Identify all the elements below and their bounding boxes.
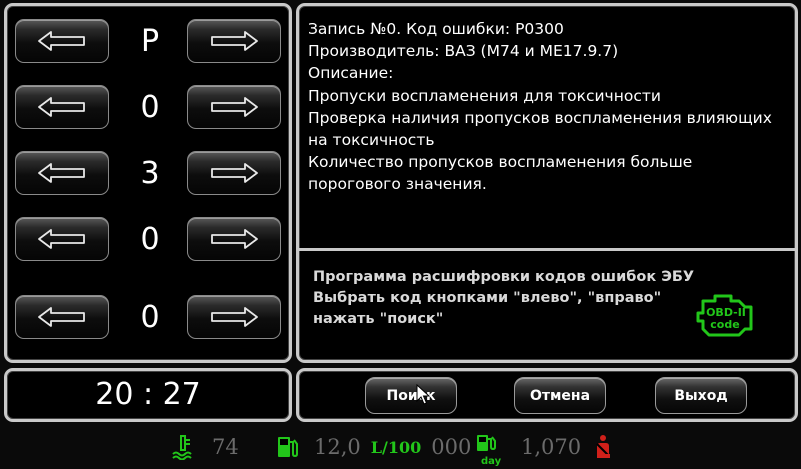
code-selector-panel: P 0 3 0 0 xyxy=(4,3,292,363)
coolant-temp-indicator: 74 xyxy=(172,433,239,461)
fuel-pump-icon xyxy=(278,437,298,458)
digit-5-left-button[interactable] xyxy=(15,295,109,339)
digit-2-left-button[interactable] xyxy=(15,85,109,129)
digit-4-right-button[interactable] xyxy=(187,217,281,261)
help-line: нажать "поиск" xyxy=(313,311,444,327)
code-digit-3: 3 xyxy=(140,156,160,191)
code-digit-4: 0 xyxy=(140,222,160,257)
help-line: Выбрать код кнопками "влево", "вправо" xyxy=(313,290,662,306)
clock-display: 20 : 27 xyxy=(95,377,201,412)
status-bar: 74 12,0 L/100 000 day 1,070 xyxy=(0,425,801,469)
code-row: 0 xyxy=(7,80,289,136)
cancel-button[interactable]: Отмена xyxy=(514,377,606,414)
day-fuel-value: 1,070 xyxy=(521,435,582,459)
description-line: Пропуски воспламенения для токсичности xyxy=(308,86,661,105)
panel-divider xyxy=(299,248,795,251)
help-text: Программа расшифровки кодов ошибок ЭБУ В… xyxy=(313,267,733,330)
svg-text:code: code xyxy=(710,318,739,331)
description-line: Проверка наличия пропусков воспламенения… xyxy=(308,108,772,150)
day-fuel-icon: day xyxy=(477,435,502,467)
coolant-temp-icon xyxy=(172,435,192,460)
record-header: Запись №0. Код ошибки: P0300 xyxy=(308,20,564,38)
digit-3-left-button[interactable] xyxy=(15,151,109,195)
digit-1-left-button[interactable] xyxy=(15,19,109,63)
left-arrow-icon xyxy=(38,229,85,249)
fuel-consumption-indicator: 12,0 L/100 000 xyxy=(276,433,471,461)
code-digit-2: 0 xyxy=(140,90,160,125)
seatbelt-indicator xyxy=(593,433,613,461)
digit-4-left-button[interactable] xyxy=(15,217,109,261)
digit-1-right-button[interactable] xyxy=(187,19,281,63)
digit-2-right-button[interactable] xyxy=(187,85,281,129)
right-arrow-icon xyxy=(211,307,258,327)
code-digit-5: 0 xyxy=(140,300,160,335)
distance-value: 000 xyxy=(431,435,472,459)
code-digit-1: P xyxy=(140,24,160,59)
digit-3-right-button[interactable] xyxy=(187,151,281,195)
left-arrow-icon xyxy=(38,31,85,51)
manufacturer-line: Производитель: ВАЗ (M74 и ME17.9.7) xyxy=(308,42,619,61)
day-fuel-indicator: day 1,070 xyxy=(475,433,582,467)
help-line: Программа расшифровки кодов ошибок ЭБУ xyxy=(313,269,695,285)
error-info-panel: Запись №0. Код ошибки: P0300 Производите… xyxy=(296,3,798,363)
right-arrow-icon xyxy=(211,97,258,117)
coolant-temp-value: 74 xyxy=(212,435,239,459)
fuel-unit-label: L/100 xyxy=(370,437,422,457)
obd-engine-icon: OBD-II code xyxy=(696,294,753,337)
clock-panel: 20 : 27 xyxy=(4,368,292,422)
action-buttons-panel: Поиск Отмена Выход xyxy=(296,368,798,422)
description-line: Количество пропусков воспламенения больш… xyxy=(308,153,693,194)
seatbelt-icon xyxy=(596,435,610,458)
code-row: 0 xyxy=(7,290,289,346)
right-arrow-icon xyxy=(211,31,258,51)
right-arrow-icon xyxy=(211,163,258,183)
fuel-consumption-value: 12,0 xyxy=(314,435,361,459)
left-arrow-icon xyxy=(38,163,85,183)
left-arrow-icon xyxy=(38,307,85,327)
search-button[interactable]: Поиск xyxy=(365,377,457,414)
mouse-cursor-icon xyxy=(416,384,430,405)
description-label: Описание: xyxy=(308,64,394,83)
day-label: day xyxy=(481,456,502,467)
error-description: Запись №0. Код ошибки: P0300 Производите… xyxy=(308,18,788,196)
right-arrow-icon xyxy=(211,229,258,249)
code-row: 3 xyxy=(7,146,289,202)
digit-5-right-button[interactable] xyxy=(187,295,281,339)
exit-button[interactable]: Выход xyxy=(655,377,747,414)
left-arrow-icon xyxy=(38,97,85,117)
code-row: P xyxy=(7,14,289,70)
code-row: 0 xyxy=(7,212,289,268)
